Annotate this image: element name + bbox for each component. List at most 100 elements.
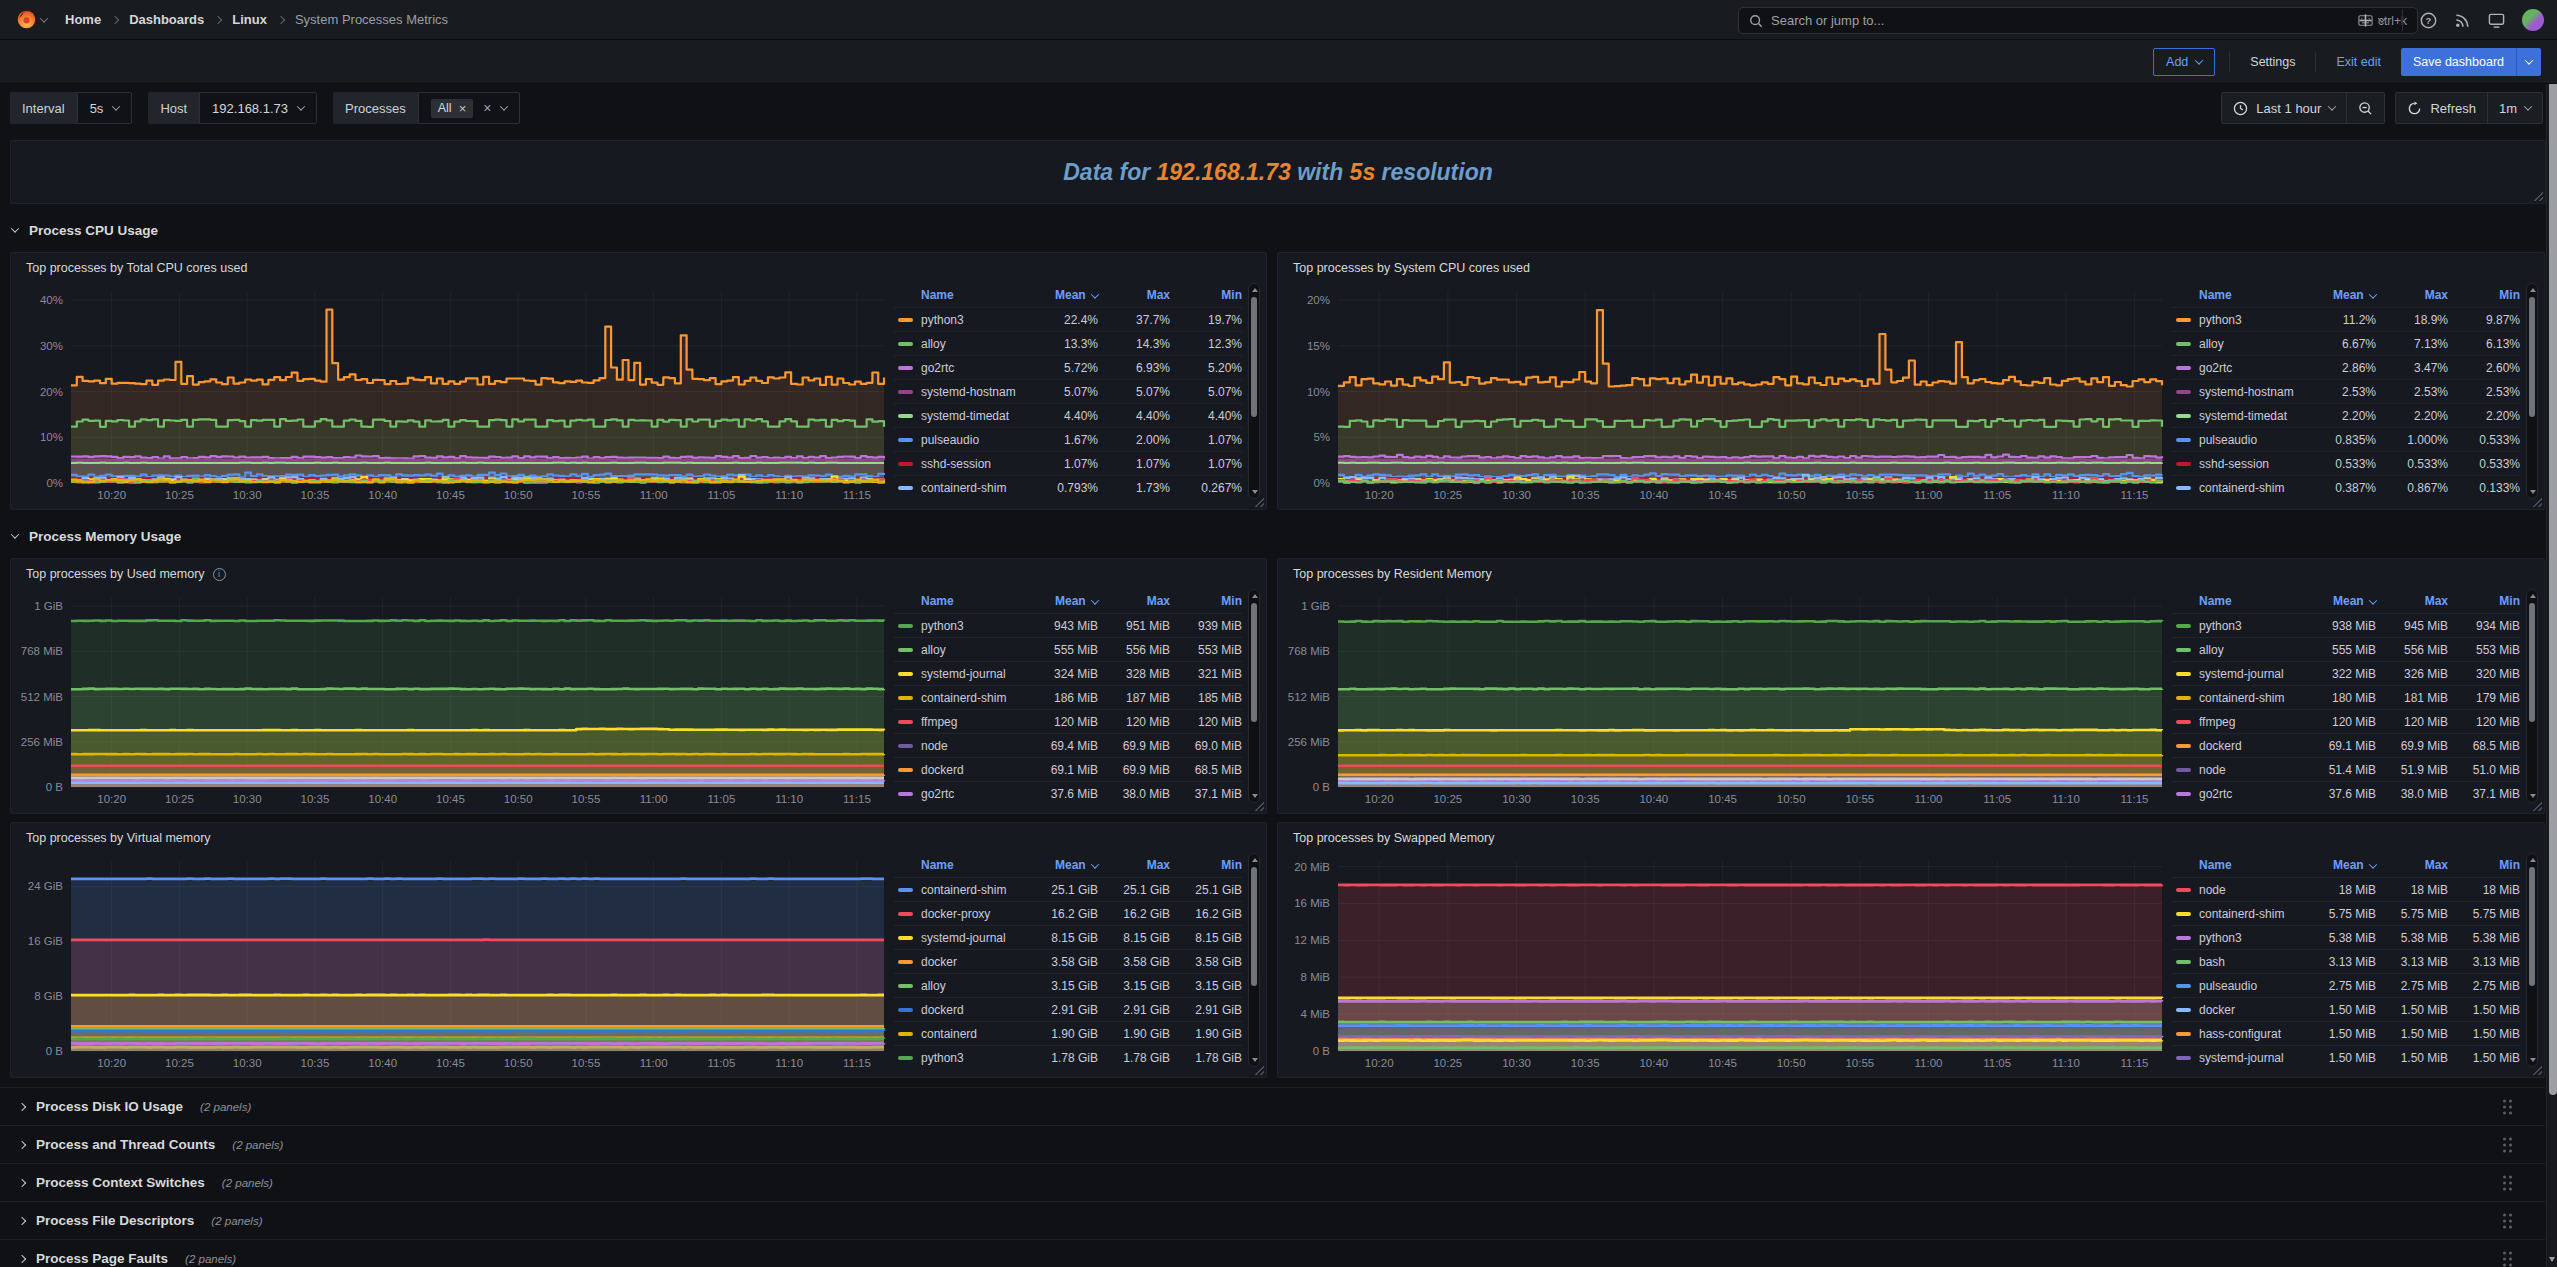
legend-row[interactable]: alloy3.15 GiB3.15 GiB3.15 GiB xyxy=(894,973,1242,997)
legend-row[interactable]: ffmpeg120 MiB120 MiB120 MiB xyxy=(894,709,1242,733)
scroll-up-icon[interactable] xyxy=(1252,594,1258,598)
panel-title[interactable]: Top processes by System CPU cores used xyxy=(1278,253,2544,283)
legend-row[interactable]: pulseaudio0.835%1.000%0.533% xyxy=(2172,427,2520,451)
scrollbar-thumb[interactable] xyxy=(2529,297,2535,417)
legend-col-name[interactable]: Name xyxy=(894,858,1018,872)
host-select[interactable]: 192.168.1.73 xyxy=(199,92,317,124)
drag-handle-icon[interactable] xyxy=(2503,1137,2512,1152)
legend-row[interactable]: alloy555 MiB556 MiB553 MiB xyxy=(2172,637,2520,661)
legend-row[interactable]: systemd-journal8.15 GiB8.15 GiB8.15 GiB xyxy=(894,925,1242,949)
legend-row[interactable]: python31.78 GiB1.78 GiB1.78 GiB xyxy=(894,1045,1242,1069)
legend-col-max[interactable]: Max xyxy=(2376,288,2448,302)
legend-row[interactable]: dockerd69.1 MiB69.9 MiB68.5 MiB xyxy=(894,757,1242,781)
interval-select[interactable]: 5s xyxy=(77,92,133,124)
time-series-chart[interactable]: 0 B256 MiB512 MiB768 MiB1 GiB10:2010:251… xyxy=(1284,587,2168,809)
settings-button[interactable]: Settings xyxy=(2244,48,2301,76)
time-series-chart[interactable]: 0%10%20%30%40%10:2010:2510:3010:3510:401… xyxy=(17,281,890,505)
legend-row[interactable]: docker1.50 MiB1.50 MiB1.50 MiB xyxy=(2172,997,2520,1021)
time-series-chart[interactable]: 0 B4 MiB8 MiB12 MiB16 MiB20 MiB10:2010:2… xyxy=(1284,851,2168,1073)
scroll-up-icon[interactable] xyxy=(2530,288,2536,292)
monitor-icon[interactable] xyxy=(2488,12,2505,29)
scroll-down-icon[interactable] xyxy=(2530,794,2536,798)
collapsed-row-4[interactable]: Process File Descriptors(2 panels) xyxy=(0,1201,2545,1239)
legend-col-min[interactable]: Min xyxy=(2448,288,2520,302)
scroll-down-icon[interactable] xyxy=(1252,490,1258,494)
legend-row[interactable]: go2rtc5.72%6.93%5.20% xyxy=(894,355,1242,379)
legend-row[interactable]: systemd-timedat2.20%2.20%2.20% xyxy=(2172,403,2520,427)
breadcrumb-linux[interactable]: Linux xyxy=(232,12,267,27)
legend-row[interactable]: systemd-timedat4.40%4.40%4.40% xyxy=(894,403,1242,427)
collapsed-row-5[interactable]: Process Page Faults(2 panels) xyxy=(0,1239,2545,1267)
scrollbar-thumb[interactable] xyxy=(2549,6,2557,1095)
legend-col-name[interactable]: Name xyxy=(2172,594,2296,608)
legend-col-min[interactable]: Min xyxy=(1170,288,1242,302)
legend-row[interactable]: containerd1.90 GiB1.90 GiB1.90 GiB xyxy=(894,1021,1242,1045)
legend-col-min[interactable]: Min xyxy=(2448,594,2520,608)
legend-col-name[interactable]: Name xyxy=(2172,288,2296,302)
scrollbar-thumb[interactable] xyxy=(1251,867,1257,986)
legend-row[interactable]: go2rtc2.86%3.47%2.60% xyxy=(2172,355,2520,379)
panel-title[interactable]: Top processes by Resident Memory xyxy=(1278,559,2544,589)
legend-row[interactable]: go2rtc37.6 MiB38.0 MiB37.1 MiB xyxy=(894,781,1242,805)
legend-row[interactable]: containerd-shim180 MiB181 MiB179 MiB xyxy=(2172,685,2520,709)
legend-row[interactable]: containerd-shim186 MiB187 MiB185 MiB xyxy=(894,685,1242,709)
legend-col-mean[interactable]: Mean xyxy=(1018,858,1098,872)
info-icon[interactable]: i xyxy=(213,568,226,581)
scroll-up-icon[interactable] xyxy=(1252,858,1258,862)
legend-row[interactable]: systemd-hostnam2.53%2.53%2.53% xyxy=(2172,379,2520,403)
legend-scrollbar[interactable] xyxy=(1248,589,1260,803)
refresh-button[interactable]: Refresh xyxy=(2396,93,2487,123)
scroll-up-icon[interactable] xyxy=(2530,594,2536,598)
legend-col-min[interactable]: Min xyxy=(2448,858,2520,872)
add-button[interactable]: Add xyxy=(2153,48,2215,76)
legend-row[interactable]: containerd-shim0.793%1.73%0.267% xyxy=(894,475,1242,499)
legend-col-min[interactable]: Min xyxy=(1170,594,1242,608)
legend-row[interactable]: docker-proxy16.2 GiB16.2 GiB16.2 GiB xyxy=(894,901,1242,925)
legend-row[interactable]: bash3.13 MiB3.13 MiB3.13 MiB xyxy=(2172,949,2520,973)
legend-col-max[interactable]: Max xyxy=(2376,858,2448,872)
scroll-down-icon[interactable] xyxy=(2530,490,2536,494)
refresh-interval-select[interactable]: 1m xyxy=(2487,93,2542,123)
scroll-up-icon[interactable] xyxy=(2530,858,2536,862)
legend-row[interactable]: systemd-journal1.50 MiB1.50 MiB1.50 MiB xyxy=(2172,1045,2520,1069)
legend-row[interactable]: systemd-hostnam5.07%5.07%5.07% xyxy=(894,379,1242,403)
legend-row[interactable]: docker3.58 GiB3.58 GiB3.58 GiB xyxy=(894,949,1242,973)
legend-col-mean[interactable]: Mean xyxy=(1018,288,1098,302)
legend-row[interactable]: containerd-shim0.387%0.867%0.133% xyxy=(2172,475,2520,499)
legend-row[interactable]: containerd-shim5.75 MiB5.75 MiB5.75 MiB xyxy=(2172,901,2520,925)
processes-select[interactable]: All× × xyxy=(418,92,521,124)
legend-row[interactable]: python322.4%37.7%19.7% xyxy=(894,307,1242,331)
legend-row[interactable]: python35.38 MiB5.38 MiB5.38 MiB xyxy=(2172,925,2520,949)
legend-row[interactable]: systemd-journal324 MiB328 MiB321 MiB xyxy=(894,661,1242,685)
search-input[interactable]: Search or jump to... ctrl+k xyxy=(1738,7,2418,34)
scrollbar-thumb[interactable] xyxy=(1251,603,1257,722)
row-header-cpu[interactable]: Process CPU Usage xyxy=(12,218,158,242)
save-dashboard-caret[interactable] xyxy=(2516,48,2541,76)
scrollbar-thumb[interactable] xyxy=(2529,867,2535,986)
legend-row[interactable]: python3938 MiB945 MiB934 MiB xyxy=(2172,613,2520,637)
row-header-memory[interactable]: Process Memory Usage xyxy=(12,524,181,548)
legend-col-max[interactable]: Max xyxy=(2376,594,2448,608)
time-range-picker[interactable]: Last 1 hour xyxy=(2222,93,2346,123)
legend-row[interactable]: containerd-shim25.1 GiB25.1 GiB25.1 GiB xyxy=(894,877,1242,901)
legend-col-mean[interactable]: Mean xyxy=(2296,288,2376,302)
scrollbar-thumb[interactable] xyxy=(1251,297,1257,417)
legend-row[interactable]: sshd-session0.533%0.533%0.533% xyxy=(2172,451,2520,475)
legend-col-max[interactable]: Max xyxy=(1098,288,1170,302)
clear-icon[interactable]: × xyxy=(483,100,491,116)
panel-title[interactable]: Top processes by Total CPU cores used xyxy=(11,253,1266,283)
legend-row[interactable]: go2rtc37.6 MiB38.0 MiB37.1 MiB xyxy=(2172,781,2520,805)
scroll-down-icon[interactable] xyxy=(1252,1058,1258,1062)
legend-row[interactable]: dockerd69.1 MiB69.9 MiB68.5 MiB xyxy=(2172,733,2520,757)
window-scrollbar[interactable] xyxy=(2546,0,2557,1267)
exit-edit-button[interactable]: Exit edit xyxy=(2330,48,2386,76)
scrollbar-down-arrow[interactable] xyxy=(2549,1257,2555,1262)
legend-row[interactable]: alloy13.3%14.3%12.3% xyxy=(894,331,1242,355)
scrollbar-thumb[interactable] xyxy=(2529,603,2535,722)
legend-row[interactable]: node69.4 MiB69.9 MiB69.0 MiB xyxy=(894,733,1242,757)
legend-scrollbar[interactable] xyxy=(2526,589,2538,803)
save-dashboard-button[interactable]: Save dashboard xyxy=(2401,48,2516,76)
remove-icon[interactable]: × xyxy=(459,101,467,116)
scroll-up-icon[interactable] xyxy=(1252,288,1258,292)
zoom-out-button[interactable] xyxy=(2346,93,2384,123)
